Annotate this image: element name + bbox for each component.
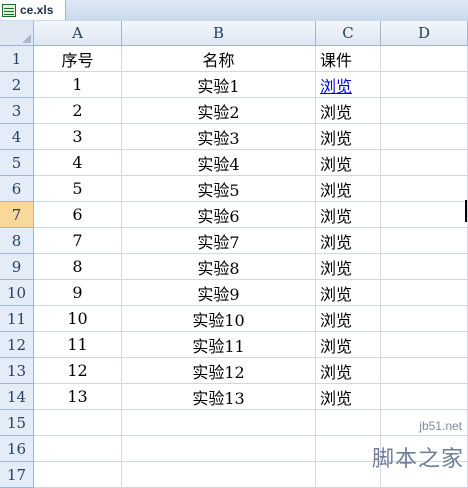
cell-d1[interactable] [381, 46, 468, 72]
row-header-3[interactable]: 3 [0, 98, 34, 124]
cell-d10[interactable] [381, 280, 468, 306]
row-header-6[interactable]: 6 [0, 176, 34, 202]
column-header-c[interactable]: C [316, 21, 381, 46]
cell-a17[interactable] [34, 462, 122, 488]
cell-b13[interactable]: 实验12 [122, 358, 316, 384]
row-header-13[interactable]: 13 [0, 358, 34, 384]
watermark-name: 脚本之家 [371, 447, 464, 472]
row-header-16[interactable]: 16 [0, 436, 34, 462]
cell-c3[interactable]: 浏览 [316, 98, 381, 124]
cell-c5[interactable]: 浏览 [316, 150, 381, 176]
cell-b4[interactable]: 实验3 [122, 124, 316, 150]
cell-a1[interactable]: 序号 [34, 46, 122, 72]
cell-a16[interactable] [34, 436, 122, 462]
cell-b14[interactable]: 实验13 [122, 384, 316, 410]
cell-b10[interactable]: 实验9 [122, 280, 316, 306]
cell-c11[interactable]: 浏览 [316, 306, 381, 332]
watermark-url: jb51.net [419, 419, 462, 433]
cell-c10[interactable]: 浏览 [316, 280, 381, 306]
cell-b6[interactable]: 实验5 [122, 176, 316, 202]
cell-d12[interactable] [381, 332, 468, 358]
cell-d6[interactable] [381, 176, 468, 202]
cell-d5[interactable] [381, 150, 468, 176]
cell-c7[interactable]: 浏览 [316, 202, 381, 228]
cell-c6[interactable]: 浏览 [316, 176, 381, 202]
text-cursor [465, 200, 467, 222]
cell-d8[interactable] [381, 228, 468, 254]
cell-b8[interactable]: 实验7 [122, 228, 316, 254]
select-all-corner[interactable] [0, 21, 34, 46]
cell-a9[interactable]: 8 [34, 254, 122, 280]
excel-file-icon [2, 3, 16, 17]
cell-a14[interactable]: 13 [34, 384, 122, 410]
cell-b1[interactable]: 名称 [122, 46, 316, 72]
cell-a4[interactable]: 3 [34, 124, 122, 150]
cell-d7[interactable] [381, 202, 468, 228]
row-header-15[interactable]: 15 [0, 410, 34, 436]
cell-c8[interactable]: 浏览 [316, 228, 381, 254]
row-header-7[interactable]: 7 [0, 202, 34, 228]
cell-b11[interactable]: 实验10 [122, 306, 316, 332]
row-header-5[interactable]: 5 [0, 150, 34, 176]
cell-b2[interactable]: 实验1 [122, 72, 316, 98]
row-header-9[interactable]: 9 [0, 254, 34, 280]
row-header-2[interactable]: 2 [0, 72, 34, 98]
cell-a2[interactable]: 1 [34, 72, 122, 98]
row-header-4[interactable]: 4 [0, 124, 34, 150]
workbook-title: ce.xls [20, 3, 54, 17]
cell-b5[interactable]: 实验4 [122, 150, 316, 176]
cell-c9[interactable]: 浏览 [316, 254, 381, 280]
column-header-d[interactable]: D [381, 21, 468, 46]
cell-a5[interactable]: 4 [34, 150, 122, 176]
cell-b7[interactable]: 实验6 [122, 202, 316, 228]
cell-d11[interactable] [381, 306, 468, 332]
cell-c1[interactable]: 课件 [316, 46, 381, 72]
cell-b16[interactable] [122, 436, 316, 462]
cell-a7[interactable]: 6 [34, 202, 122, 228]
cell-a10[interactable]: 9 [34, 280, 122, 306]
cell-b12[interactable]: 实验11 [122, 332, 316, 358]
cell-a6[interactable]: 5 [34, 176, 122, 202]
cell-d14[interactable] [381, 384, 468, 410]
cell-d13[interactable] [381, 358, 468, 384]
cell-a13[interactable]: 12 [34, 358, 122, 384]
cell-c2[interactable]: 浏览 [316, 72, 381, 98]
cell-a8[interactable]: 7 [34, 228, 122, 254]
cell-d3[interactable] [381, 98, 468, 124]
workbook-tab[interactable]: ce.xls [0, 0, 66, 20]
cell-c14[interactable]: 浏览 [316, 384, 381, 410]
cell-b3[interactable]: 实验2 [122, 98, 316, 124]
cell-c12[interactable]: 浏览 [316, 332, 381, 358]
title-bar: ce.xls [0, 0, 468, 22]
cell-b15[interactable] [122, 410, 316, 436]
row-header-8[interactable]: 8 [0, 228, 34, 254]
cell-d9[interactable] [381, 254, 468, 280]
row-header-10[interactable]: 10 [0, 280, 34, 306]
cell-c13[interactable]: 浏览 [316, 358, 381, 384]
row-header-11[interactable]: 11 [0, 306, 34, 332]
cell-d4[interactable] [381, 124, 468, 150]
cell-a3[interactable]: 2 [34, 98, 122, 124]
row-header-12[interactable]: 12 [0, 332, 34, 358]
cell-d2[interactable] [381, 72, 468, 98]
row-header-17[interactable]: 17 [0, 462, 34, 488]
cell-a15[interactable] [34, 410, 122, 436]
cell-a12[interactable]: 11 [34, 332, 122, 358]
cell-a11[interactable]: 10 [34, 306, 122, 332]
cell-b9[interactable]: 实验8 [122, 254, 316, 280]
column-header-a[interactable]: A [34, 21, 122, 46]
row-header-14[interactable]: 14 [0, 384, 34, 410]
row-header-1[interactable]: 1 [0, 46, 34, 72]
cell-c4[interactable]: 浏览 [316, 124, 381, 150]
cell-b17[interactable] [122, 462, 316, 488]
column-header-b[interactable]: B [122, 21, 316, 46]
watermark: jb51.net 脚本之家 [338, 417, 468, 475]
